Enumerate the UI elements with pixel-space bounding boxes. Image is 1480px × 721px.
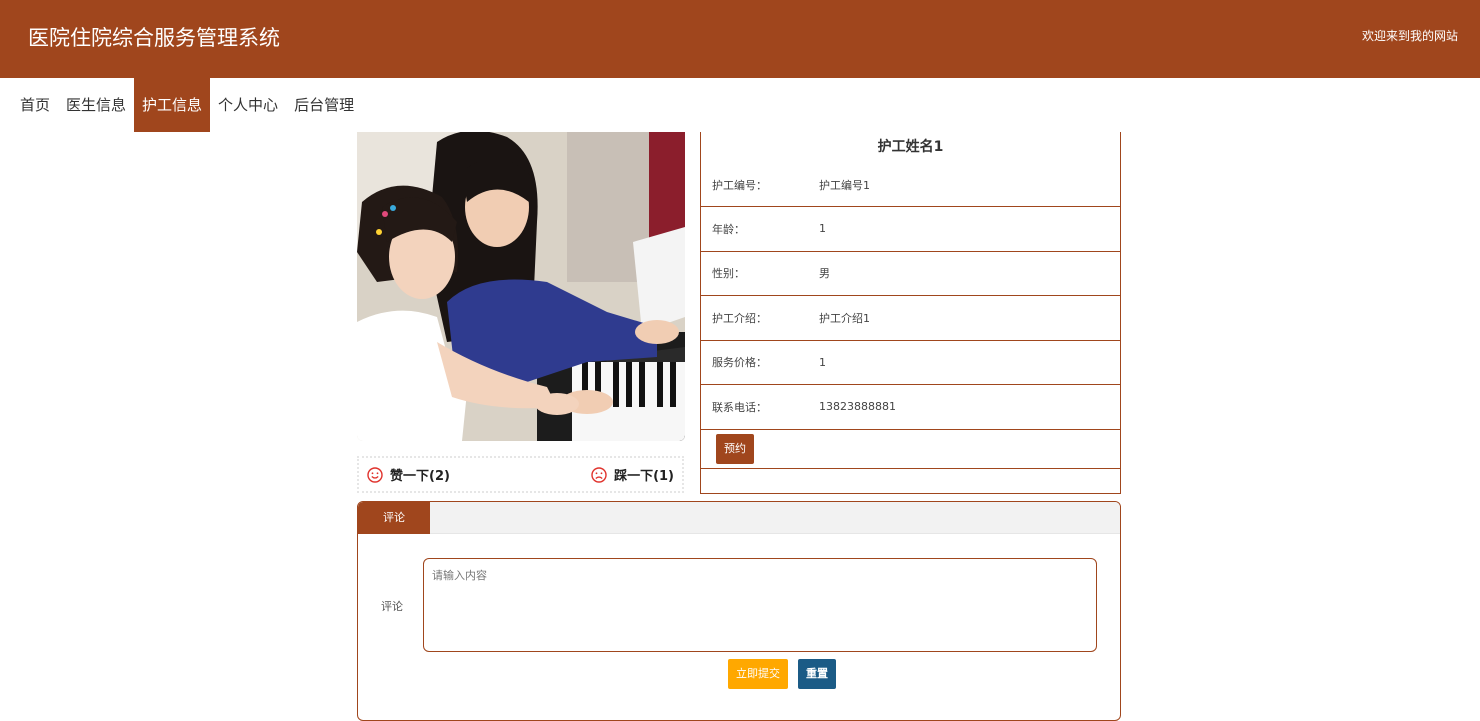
tab-bar: 评论 xyxy=(358,502,1120,534)
info-value: 护工编号1 xyxy=(819,178,870,192)
nav-item-caregiver-info[interactable]: 护工信息 xyxy=(134,78,211,132)
dislike-button[interactable]: 踩一下(1) xyxy=(591,465,674,484)
main-nav: 首页 医生信息 护工信息 个人中心 后台管理 xyxy=(12,78,362,132)
info-label: 联系电话： xyxy=(712,400,767,414)
info-row-phone: 联系电话： 13823888881 xyxy=(701,385,1120,430)
info-row-price: 服务价格： 1 xyxy=(701,341,1120,385)
info-row-intro: 护工介绍： 护工介绍1 xyxy=(701,296,1120,341)
info-value: 1 xyxy=(819,355,826,369)
nav-item-admin[interactable]: 后台管理 xyxy=(286,78,362,132)
tab-comment[interactable]: 评论 xyxy=(358,502,430,534)
info-row-gender: 性别： 男 xyxy=(701,252,1120,296)
comment-panel: 评论 评论 立即提交 重置 xyxy=(357,501,1121,721)
nav-item-personal-center[interactable]: 个人中心 xyxy=(210,78,286,132)
nav-item-doctor-info[interactable]: 医生信息 xyxy=(58,78,134,132)
site-title: 医院住院综合服务管理系统 xyxy=(28,26,280,50)
info-row-id: 护工编号： 护工编号1 xyxy=(701,163,1120,207)
dislike-label: 踩一下(1) xyxy=(614,469,674,484)
submit-button[interactable]: 立即提交 xyxy=(728,659,788,689)
top-header: 医院住院综合服务管理系统 欢迎来到我的网站 xyxy=(0,0,1480,78)
info-label: 性别： xyxy=(712,267,745,281)
info-label: 护工编号： xyxy=(712,178,767,192)
nav-item-home[interactable]: 首页 xyxy=(12,78,58,132)
book-row: 预约 xyxy=(701,430,1120,469)
caregiver-info-panel: 护工姓名1 护工编号： 护工编号1 年龄： 1 性别： 男 护工介绍： 护工介绍… xyxy=(700,132,1121,494)
reset-button[interactable]: 重置 xyxy=(798,659,836,689)
info-value: 13823888881 xyxy=(819,400,896,414)
caregiver-photo xyxy=(357,132,685,441)
like-label: 赞一下(2) xyxy=(390,469,450,484)
smile-icon xyxy=(367,466,383,483)
info-value: 护工介绍1 xyxy=(819,311,870,325)
comment-field-label: 评论 xyxy=(381,600,403,613)
frown-icon xyxy=(591,466,607,483)
comment-input[interactable] xyxy=(423,558,1097,652)
info-label: 服务价格： xyxy=(712,356,767,370)
info-label: 年龄： xyxy=(712,222,745,236)
book-button[interactable]: 预约 xyxy=(716,433,754,464)
caregiver-name: 护工姓名1 xyxy=(877,139,944,155)
like-button[interactable]: 赞一下(2) xyxy=(367,465,450,484)
info-label: 护工介绍： xyxy=(712,311,767,325)
vote-box: 赞一下(2) 踩一下(1) xyxy=(357,456,684,493)
info-row-age: 年龄： 1 xyxy=(701,207,1120,252)
info-value: 1 xyxy=(819,222,826,236)
info-value: 男 xyxy=(819,267,830,281)
welcome-text: 欢迎来到我的网站 xyxy=(1361,29,1458,43)
